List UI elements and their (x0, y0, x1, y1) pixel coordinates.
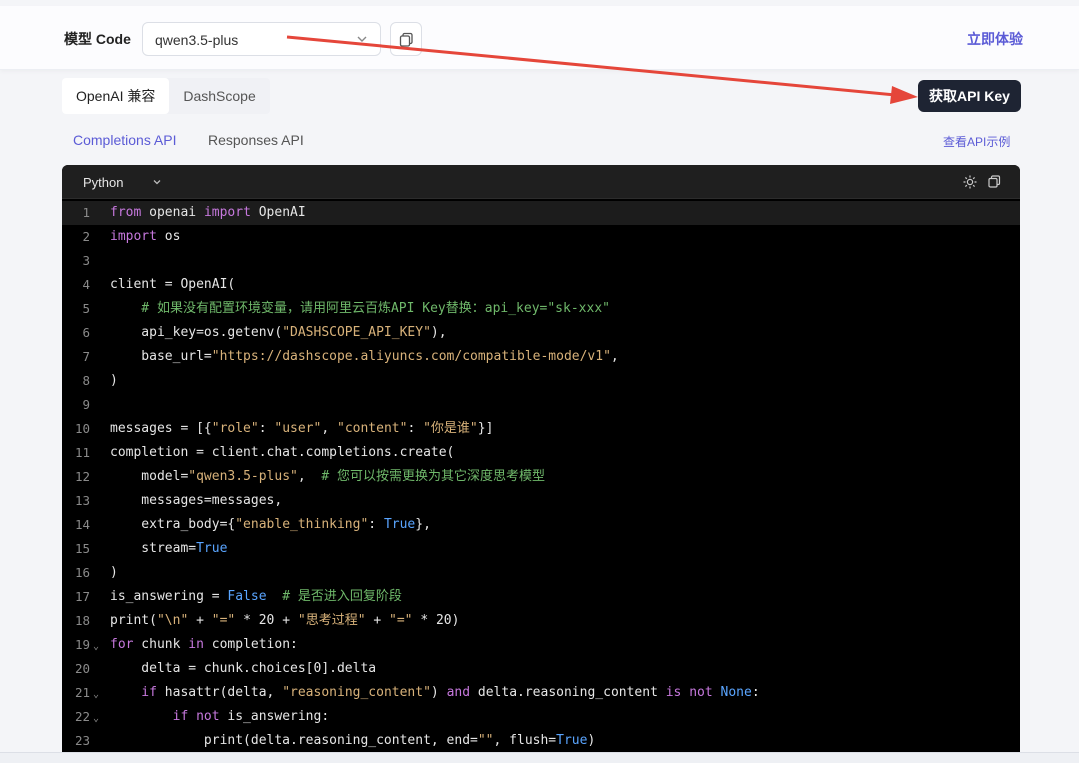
code-line: 13 messages=messages, (62, 489, 1020, 513)
line-source: base_url="https://dashscope.aliyuncs.com… (110, 349, 619, 364)
line-number: 1 (82, 205, 90, 220)
code-line: 8) (62, 369, 1020, 393)
line-source: print(delta.reasoning_content, end="", f… (110, 733, 596, 748)
line-source: ) (110, 565, 118, 580)
chevron-down-icon[interactable] (152, 177, 162, 187)
code-line: 7 base_url="https://dashscope.aliyuncs.c… (62, 345, 1020, 369)
code-line: 5 # 如果没有配置环境变量，请用阿里云百炼API Key替换：api_key=… (62, 297, 1020, 321)
code-line: 22 ⌄ if not is_answering: (62, 705, 1020, 729)
line-number: 16 (74, 565, 90, 580)
line-number: 9 (82, 397, 90, 412)
code-line: 14 extra_body={"enable_thinking": True}, (62, 513, 1020, 537)
line-source: from openai import OpenAI (110, 205, 306, 220)
code-line: 19 ⌄ for chunk in completion: (62, 633, 1020, 657)
line-source: messages = [{"role": "user", "content": … (110, 421, 494, 436)
line-source: api_key=os.getenv("DASHSCOPE_API_KEY"), (110, 325, 447, 340)
code-header: Python (62, 165, 1020, 199)
line-number: 18 (74, 613, 90, 628)
line-number: 7 (82, 349, 90, 364)
line-number: 4 (82, 277, 90, 292)
tab-dashscope[interactable]: DashScope (169, 78, 269, 114)
line-source: is_answering = False # 是否进入回复阶段 (110, 589, 402, 604)
code-line: 21 ⌄ if hasattr(delta, "reasoning_content… (62, 681, 1020, 705)
theme-toggle-icon[interactable] (963, 175, 977, 189)
line-number: 5 (82, 301, 90, 316)
line-number: 12 (74, 469, 90, 484)
code-line: 18 print("\n" + "=" * 20 + "思考过程" + "=" *… (62, 609, 1020, 633)
compat-tabs: OpenAI 兼容 DashScope (62, 78, 270, 114)
code-line: 17 is_answering = False # 是否进入回复阶段 (62, 585, 1020, 609)
code-line: 10 messages = [{"role": "user", "content"… (62, 417, 1020, 441)
line-source: completion = client.chat.completions.cre… (110, 445, 455, 460)
line-number: 14 (74, 517, 90, 532)
line-source: extra_body={"enable_thinking": True}, (110, 517, 431, 532)
fold-chevron-icon[interactable]: ⌄ (93, 707, 99, 731)
line-source: client = OpenAI( (110, 277, 236, 292)
get-api-key-button[interactable]: 获取API Key (918, 80, 1021, 112)
line-source: print("\n" + "=" * 20 + "思考过程" + "=" * 2… (110, 613, 460, 628)
line-number: 15 (74, 541, 90, 556)
line-number: 17 (74, 589, 90, 604)
copy-code-icon[interactable] (988, 175, 1001, 188)
chevron-down-icon (357, 36, 367, 42)
code-line: 20 delta = chunk.choices[0].delta (62, 657, 1020, 681)
code-line: 6 api_key=os.getenv("DASHSCOPE_API_KEY")… (62, 321, 1020, 345)
code-line: 15 stream=True (62, 537, 1020, 561)
bottom-divider (0, 752, 1079, 763)
line-source: messages=messages, (110, 493, 283, 508)
line-number: 11 (74, 445, 90, 460)
language-select[interactable]: Python (83, 175, 123, 190)
copy-icon (399, 32, 413, 47)
model-select[interactable]: qwen3.5-plus (142, 22, 381, 56)
line-number: 3 (82, 253, 90, 268)
fold-chevron-icon[interactable]: ⌄ (93, 683, 99, 707)
line-source: for chunk in completion: (110, 637, 298, 652)
try-now-link[interactable]: 立即体验 (967, 29, 1023, 49)
fold-chevron-icon[interactable]: ⌄ (93, 635, 99, 659)
code-line: 11 completion = client.chat.completions.c… (62, 441, 1020, 465)
model-toolbar: 模型 Code qwen3.5-plus 立即体验 (0, 6, 1079, 70)
line-source: import os (110, 229, 181, 244)
tab-completions-api[interactable]: Completions API (73, 132, 177, 148)
code-line: 9 (62, 393, 1020, 417)
line-number: 13 (74, 493, 90, 508)
code-line: 12 model="qwen3.5-plus", # 您可以按需更换为其它深度思… (62, 465, 1020, 489)
line-source: if hasattr(delta, "reasoning_content") a… (110, 685, 760, 700)
line-number: 23 (74, 733, 90, 748)
code-lines: 1 from openai import OpenAI 2 import os 3 4 cl… (62, 201, 1020, 753)
line-number: 21 (74, 685, 90, 700)
copy-model-button[interactable] (390, 22, 422, 56)
code-line: 23 print(delta.reasoning_content, end=""… (62, 729, 1020, 753)
model-code-label: 模型 Code (64, 31, 131, 47)
code-line: 2 import os (62, 225, 1020, 249)
code-line: 4 client = OpenAI( (62, 273, 1020, 297)
tab-openai-compatible[interactable]: OpenAI 兼容 (62, 78, 170, 114)
view-api-example-link[interactable]: 查看API示例 (943, 133, 1010, 150)
line-number: 20 (74, 661, 90, 676)
line-number: 2 (82, 229, 90, 244)
code-panel: Python 1 from openai import OpenAI 2 import… (62, 165, 1020, 763)
line-source: stream=True (110, 541, 228, 556)
line-number: 6 (82, 325, 90, 340)
line-number: 10 (74, 421, 90, 436)
tab-responses-api[interactable]: Responses API (208, 132, 304, 148)
line-source: # 如果没有配置环境变量，请用阿里云百炼API Key替换：api_key="s… (110, 301, 610, 316)
code-line: 3 (62, 249, 1020, 273)
line-number: 8 (82, 373, 90, 388)
line-number: 19 (74, 637, 90, 652)
line-source: model="qwen3.5-plus", # 您可以按需更换为其它深度思考模型 (110, 469, 545, 484)
code-line: 1 from openai import OpenAI (62, 201, 1020, 225)
line-source: if not is_answering: (110, 709, 330, 724)
line-source: ) (110, 373, 118, 388)
line-number: 22 (74, 709, 90, 724)
model-select-value: qwen3.5-plus (155, 32, 239, 48)
line-source: delta = chunk.choices[0].delta (110, 661, 377, 676)
code-line: 16) (62, 561, 1020, 585)
